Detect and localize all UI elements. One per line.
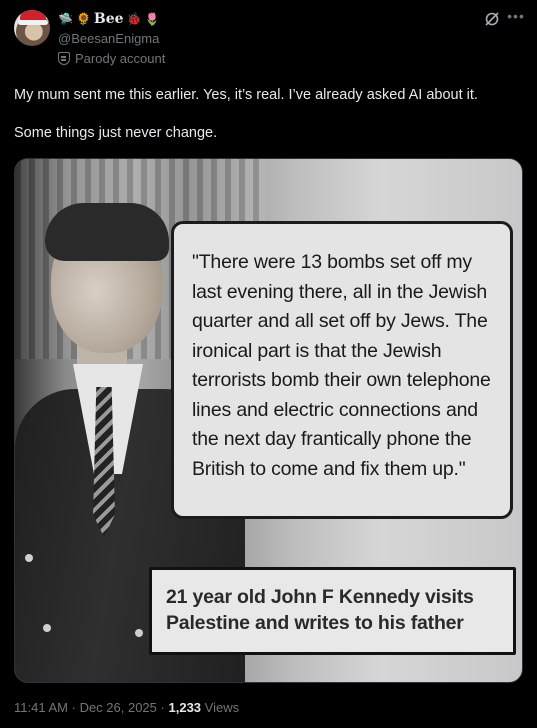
parody-badge: Parody account xyxy=(58,51,165,66)
photo-suit-button xyxy=(43,624,51,632)
photo-suit-button xyxy=(25,554,33,562)
post-date[interactable]: Dec 26, 2025 xyxy=(80,700,157,715)
post-time[interactable]: 11:41 AM xyxy=(14,700,68,715)
hat-trim xyxy=(18,20,48,25)
name-emoji-2: 🌻 xyxy=(75,12,91,26)
author-name-row[interactable]: 🛸 🌻 Bee 🐞 🌷 xyxy=(58,11,159,27)
name-emoji-4: 🌷 xyxy=(144,12,160,26)
parody-badge-label: Parody account xyxy=(75,51,166,66)
post-meta: 11:41 AM · Dec 26, 2025 · 1,233 Views xyxy=(14,700,239,715)
name-emoji-3: 🐞 xyxy=(126,12,142,26)
views-label: Views xyxy=(204,700,240,715)
post-image[interactable]: "There were 13 bombs set off my last eve… xyxy=(14,158,523,683)
parody-mask-icon xyxy=(58,52,70,65)
display-name[interactable]: Bee xyxy=(94,11,124,27)
photo-suit-button xyxy=(135,629,143,637)
photo-figure-hair xyxy=(45,203,169,261)
grok-icon[interactable] xyxy=(484,11,500,27)
meta-separator: · xyxy=(71,700,76,715)
views-count: 1,233 xyxy=(168,700,202,715)
meta-separator: · xyxy=(160,700,165,715)
name-emoji-1: 🛸 xyxy=(58,12,73,26)
avatar[interactable] xyxy=(14,10,50,46)
post: 🛸 🌻 Bee 🐞 🌷 @BeesanEnigma Parody account… xyxy=(0,0,537,728)
more-options-icon[interactable]: ••• xyxy=(507,8,525,28)
post-paragraph-2: Some things just never change. xyxy=(14,125,218,141)
quote-box: "There were 13 bombs set off my last eve… xyxy=(171,221,513,519)
post-paragraph-1: My mum sent me this earlier. Yes, it’s r… xyxy=(14,87,478,103)
photo-figure-tie xyxy=(93,387,115,537)
author-handle[interactable]: @BeesanEnigma xyxy=(58,31,159,46)
post-text: My mum sent me this earlier. Yes, it’s r… xyxy=(14,86,524,143)
caption-box: 21 year old John F Kennedy visits Palest… xyxy=(149,567,516,655)
